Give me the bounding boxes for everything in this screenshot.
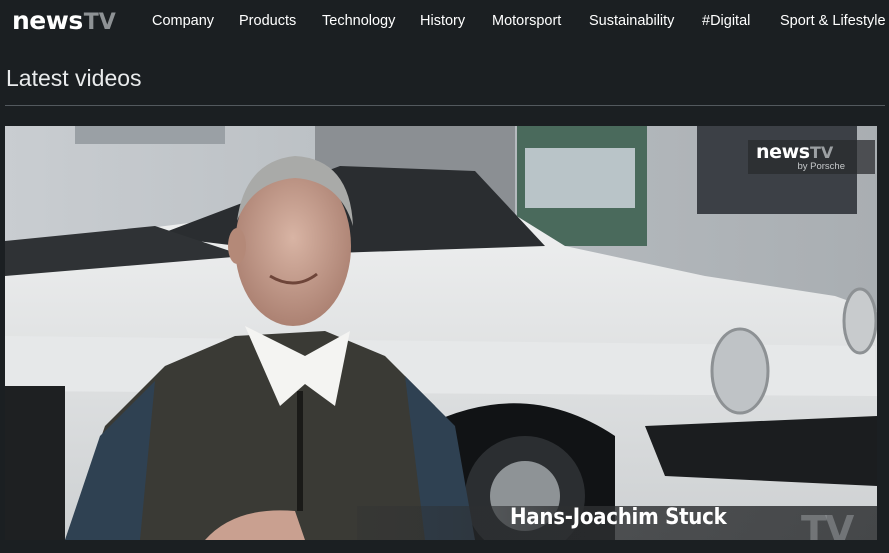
watermark-news-text: news	[756, 141, 810, 163]
watermark-tv-text: TV	[810, 143, 834, 162]
newstv-watermark: news TV by Porsche	[748, 140, 875, 174]
logo-news-text: news	[12, 6, 83, 35]
tv-corner-mark: TV	[801, 508, 854, 540]
nav-item-technology[interactable]: Technology	[322, 13, 395, 29]
nav-item-digital[interactable]: #Digital	[702, 13, 750, 29]
video-frame	[5, 126, 877, 540]
logo-tv-text: TV	[83, 10, 116, 35]
video-player[interactable]: news TV by Porsche Hans-Joachim Stuck TV	[5, 126, 877, 540]
nav-item-company[interactable]: Company	[152, 13, 214, 29]
newstv-logo[interactable]: news TV	[12, 6, 116, 36]
nav-item-products[interactable]: Products	[239, 13, 296, 29]
speaker-name-caption: Hans-Joachim Stuck	[510, 504, 727, 530]
nav-item-motorsport[interactable]: Motorsport	[492, 13, 561, 29]
nav-item-sport-lifestyle[interactable]: Sport & Lifestyle	[780, 13, 886, 29]
top-navigation: news TV Company Products Technology Hist…	[0, 0, 889, 44]
nav-item-sustainability[interactable]: Sustainability	[589, 13, 674, 29]
section-divider	[5, 105, 885, 106]
nav-item-history[interactable]: History	[420, 13, 465, 29]
section-title: Latest videos	[6, 65, 142, 91]
watermark-by-porsche: by Porsche	[797, 161, 845, 172]
